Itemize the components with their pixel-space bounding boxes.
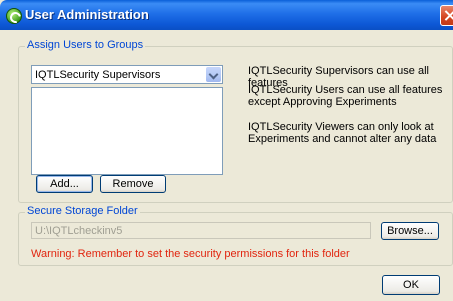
ok-button[interactable]: OK [382, 275, 440, 295]
secure-storage-groupbox: Secure Storage Folder U:\IQTLcheckinv5 B… [18, 205, 453, 266]
app-icon [6, 8, 22, 24]
group-select-value: IQTLSecurity Supervisors [35, 69, 161, 81]
close-icon[interactable] [440, 5, 453, 26]
users-listbox[interactable] [31, 87, 223, 175]
permissions-warning: Warning: Remember to set the security pe… [31, 248, 350, 260]
window-title: User Administration [25, 7, 149, 22]
users-description: IQTLSecurity Users can use all features … [248, 84, 443, 108]
viewers-description: IQTLSecurity Viewers can only look at Ex… [248, 121, 437, 145]
chevron-down-icon[interactable] [206, 67, 221, 82]
browse-button[interactable]: Browse... [381, 222, 439, 240]
add-button[interactable]: Add... [36, 175, 93, 193]
assign-users-legend: Assign Users to Groups [25, 39, 146, 51]
group-select[interactable]: IQTLSecurity Supervisors [31, 65, 223, 84]
remove-button[interactable]: Remove [100, 175, 166, 193]
title-bar[interactable]: User Administration [0, 0, 453, 30]
secure-storage-legend: Secure Storage Folder [25, 205, 140, 217]
storage-folder-field: U:\IQTLcheckinv5 [31, 222, 371, 239]
user-administration-window: User Administration Assign Users to Grou… [0, 0, 453, 301]
assign-users-groupbox: Assign Users to Groups IQTLSecurity Supe… [18, 39, 453, 203]
